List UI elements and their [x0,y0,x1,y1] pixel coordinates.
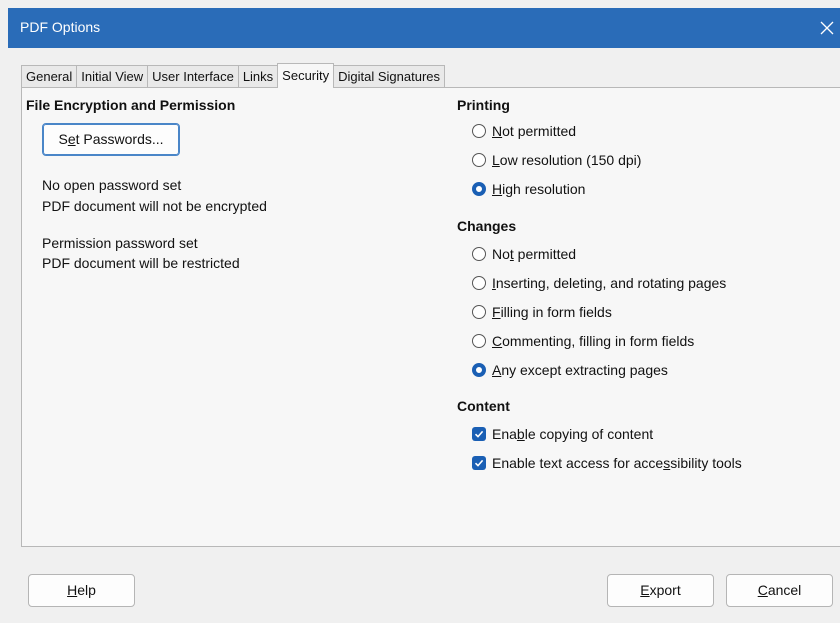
close-icon [820,21,834,35]
radio-indicator [472,305,486,319]
radio-indicator [472,247,486,261]
radio-indicator [472,276,486,290]
encryption-heading: File Encryption and Permission [26,97,236,113]
radio-label: Filling in form fields [492,304,612,320]
tab-digital-signatures[interactable]: Digital Signatures [333,65,446,88]
printing-not-permitted-radio[interactable]: Not permitted [472,121,576,141]
cancel-label: Cancel [757,582,802,598]
help-button[interactable]: Help [28,574,135,607]
checkbox-label: Enable copying of content [492,426,654,442]
permission-password-status: Permission password set [42,235,198,251]
radio-label: Inserting, deleting, and rotating pages [492,275,727,291]
changes-inserting-radio[interactable]: Inserting, deleting, and rotating pages [472,273,726,293]
content-heading: Content [457,398,510,414]
set-passwords-button[interactable]: Set Passwords... [42,123,180,156]
checkbox-checked-icon [472,456,486,470]
tab-bar: General Initial View User Interface Link… [21,63,446,88]
tab-user-interface[interactable]: User Interface [147,65,239,88]
radio-label: Commenting, filling in form fields [492,333,695,349]
dialog-body: General Initial View User Interface Link… [8,48,840,623]
set-passwords-label: Set Passwords... [58,131,164,147]
export-label: Export [640,582,681,598]
checkbox-label: Enable text access for accessibility too… [492,455,742,471]
radio-indicator [472,153,486,167]
radio-label: Not permitted [492,246,577,262]
radio-label: High resolution [492,181,586,197]
close-button[interactable] [816,8,840,48]
printing-high-resolution-radio[interactable]: High resolution [472,179,585,199]
radio-indicator-selected [472,182,486,196]
enable-copying-checkbox[interactable]: Enable copying of content [472,424,653,444]
changes-not-permitted-radio[interactable]: Not permitted [472,244,576,264]
title-bar: PDF Options [8,8,840,48]
radio-label: Not permitted [492,123,577,139]
tab-general[interactable]: General [21,65,78,88]
changes-heading: Changes [457,218,517,234]
tab-links[interactable]: Links [237,65,279,88]
changes-filling-forms-radio[interactable]: Filling in form fields [472,302,612,322]
radio-label: Any except extracting pages [492,362,668,378]
tab-initial-view[interactable]: Initial View [76,65,149,88]
enable-accessibility-checkbox[interactable]: Enable text access for accessibility too… [472,453,742,473]
changes-any-except-extracting-radio[interactable]: Any except extracting pages [472,360,668,380]
radio-label: Low resolution (150 dpi) [492,152,642,168]
encryption-status: PDF document will not be encrypted [42,198,267,214]
printing-low-resolution-radio[interactable]: Low resolution (150 dpi) [472,150,641,170]
open-password-status: No open password set [42,177,182,193]
radio-indicator-selected [472,363,486,377]
printing-heading: Printing [457,97,510,113]
radio-indicator [472,334,486,348]
window-title: PDF Options [20,19,101,35]
restriction-status: PDF document will be restricted [42,255,240,271]
help-label: Help [67,582,96,598]
export-button[interactable]: Export [607,574,714,607]
checkbox-checked-icon [472,427,486,441]
cancel-button[interactable]: Cancel [726,574,833,607]
changes-commenting-radio[interactable]: Commenting, filling in form fields [472,331,694,351]
tab-security[interactable]: Security [277,63,335,88]
radio-indicator [472,124,486,138]
security-panel: File Encryption and Permission Set Passw… [21,87,840,547]
